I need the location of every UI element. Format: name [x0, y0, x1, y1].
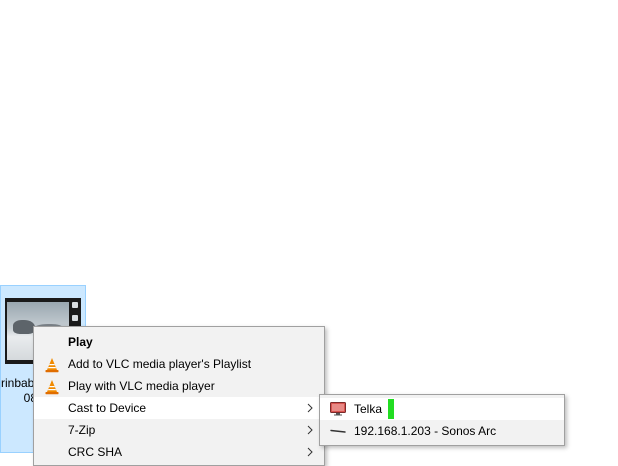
menu-item-label: Play with VLC media player [68, 379, 215, 393]
chevron-right-icon [307, 425, 313, 435]
context-menu: Play Add to VLC media player's Playlist … [33, 326, 325, 466]
cast-target-telka[interactable]: Telka [320, 398, 564, 420]
chevron-right-icon [307, 403, 313, 413]
menu-item-7zip[interactable]: 7-Zip [34, 419, 324, 441]
soundbar-icon [330, 429, 346, 433]
tv-icon [330, 402, 346, 416]
menu-item-crc-sha[interactable]: CRC SHA [34, 441, 324, 463]
chevron-right-icon [307, 447, 313, 457]
menu-item-label: Cast to Device [68, 401, 147, 415]
cast-to-device-submenu: Telka 192.168.1.203 - Sonos Arc [319, 394, 565, 446]
cast-target-sonos-arc[interactable]: 192.168.1.203 - Sonos Arc [320, 420, 564, 442]
status-indicator [388, 398, 395, 419]
menu-item-label: 7-Zip [68, 423, 96, 437]
file-name-line1: rinbab [1, 376, 35, 390]
menu-item-play[interactable]: Play [34, 331, 324, 353]
menu-item-label: Play [68, 335, 93, 349]
vlc-cone-icon [45, 358, 59, 373]
menu-item-cast-to-device[interactable]: Cast to Device [34, 397, 324, 419]
menu-item-add-to-vlc-playlist[interactable]: Add to VLC media player's Playlist [34, 353, 324, 375]
cast-target-label: 192.168.1.203 - Sonos Arc [354, 424, 497, 438]
vlc-cone-icon [45, 380, 59, 395]
menu-item-play-with-vlc[interactable]: Play with VLC media player [34, 375, 324, 397]
menu-item-label: CRC SHA [68, 445, 123, 459]
cast-target-label: Telka [354, 402, 383, 416]
menu-item-label: Add to VLC media player's Playlist [68, 357, 252, 371]
thumbnail-detail [13, 320, 35, 334]
